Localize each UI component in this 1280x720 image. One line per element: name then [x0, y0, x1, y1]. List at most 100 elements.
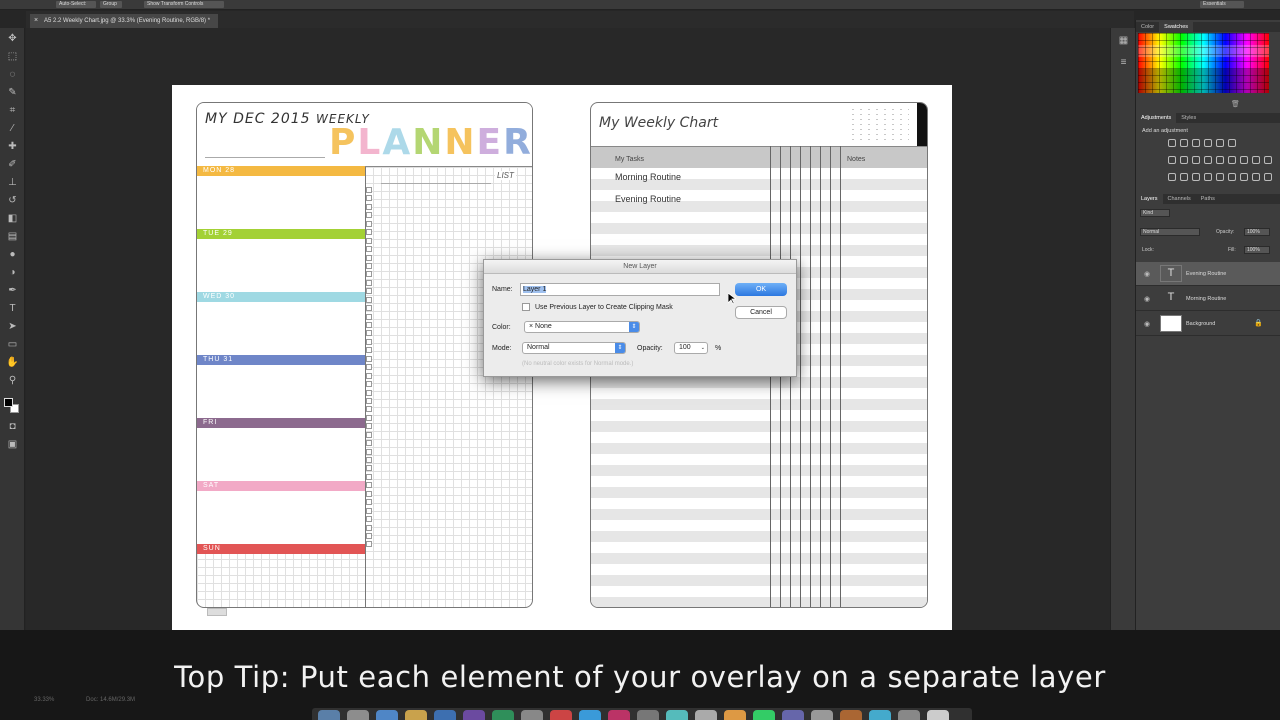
task-checkbox[interactable]	[366, 313, 372, 320]
adjustment-icon[interactable]	[1180, 156, 1188, 164]
blur-tool-icon[interactable]: ●	[6, 248, 19, 261]
path-select-tool-icon[interactable]: ➤	[6, 320, 19, 333]
task-checkbox[interactable]	[366, 296, 372, 303]
zoom-tool-icon[interactable]: ⚲	[6, 374, 19, 387]
task-checkbox[interactable]	[366, 406, 372, 413]
task-checkbox[interactable]	[366, 237, 372, 244]
adjustment-icon[interactable]	[1192, 156, 1200, 164]
layer-name-input[interactable]: Layer 1	[520, 283, 720, 296]
layer-opacity-value[interactable]: 100%	[1244, 228, 1270, 236]
adjustment-icon[interactable]	[1204, 139, 1212, 147]
task-checkbox[interactable]	[366, 271, 372, 278]
foreground-color-swatch[interactable]	[4, 398, 13, 407]
dock-app-icon[interactable]	[434, 710, 456, 720]
adjustment-icon[interactable]	[1240, 156, 1248, 164]
pen-tool-icon[interactable]: ✒	[6, 284, 19, 297]
adjustment-icon[interactable]	[1252, 173, 1260, 181]
task-checkbox[interactable]	[366, 465, 372, 472]
adjustment-icon[interactable]	[1180, 173, 1188, 181]
task-evening-routine[interactable]: Evening Routine	[615, 194, 681, 204]
lasso-tool-icon[interactable]: ◌	[6, 68, 19, 81]
task-checkbox[interactable]	[366, 195, 372, 202]
dock-app-icon[interactable]	[550, 710, 572, 720]
layer-fill-value[interactable]: 100%	[1244, 246, 1270, 254]
dock-app-icon[interactable]	[521, 710, 543, 720]
adjustment-icon[interactable]	[1264, 173, 1272, 181]
layer-row-evening-routine[interactable]: ◉ T Evening Routine	[1136, 262, 1280, 286]
crop-tool-icon[interactable]: ⌗	[6, 104, 19, 117]
document-tab[interactable]: × A5 2.2 Weekly Chart.jpg @ 33.3% (Eveni…	[30, 14, 219, 28]
dock-app-icon[interactable]	[463, 710, 485, 720]
task-checkbox[interactable]	[366, 490, 372, 497]
tab-swatches[interactable]: Swatches	[1159, 22, 1194, 32]
tab-styles[interactable]: Styles	[1176, 113, 1201, 123]
tab-layers[interactable]: Layers	[1136, 194, 1163, 204]
task-checkbox[interactable]	[366, 482, 372, 489]
adjustment-icon[interactable]	[1252, 156, 1260, 164]
task-checkbox[interactable]	[366, 229, 372, 236]
task-checkbox[interactable]	[366, 322, 372, 328]
dock-app-icon[interactable]	[782, 710, 804, 720]
cancel-button[interactable]: Cancel	[735, 306, 787, 319]
layer-color-select[interactable]: × None ⇕	[524, 321, 640, 333]
task-checkbox[interactable]	[366, 355, 372, 362]
shape-tool-icon[interactable]: ▭	[6, 338, 19, 351]
layer-row-background[interactable]: ◉ Background 🔒	[1136, 312, 1280, 336]
auto-select-checkbox[interactable]: Auto-Select:	[56, 1, 96, 8]
quick-select-tool-icon[interactable]: ✎	[6, 86, 19, 99]
task-checkbox[interactable]	[366, 187, 372, 193]
visibility-eye-icon[interactable]: ◉	[1144, 270, 1150, 278]
adjustment-icon[interactable]	[1228, 173, 1236, 181]
task-checkbox[interactable]	[366, 524, 372, 531]
adjustment-icon[interactable]	[1192, 139, 1200, 147]
adjustment-icon[interactable]	[1264, 156, 1272, 164]
tab-adjustments[interactable]: Adjustments	[1136, 113, 1177, 123]
dock-app-icon[interactable]	[347, 710, 369, 720]
hand-tool-icon[interactable]: ✋	[6, 356, 19, 369]
tab-paths[interactable]: Paths	[1196, 194, 1220, 204]
blend-mode-select[interactable]: Normal ⇕	[522, 342, 626, 354]
task-checkbox[interactable]	[366, 288, 372, 295]
task-checkbox[interactable]	[366, 389, 372, 396]
adjustment-icon[interactable]	[1192, 173, 1200, 181]
close-tab-icon[interactable]: ×	[34, 14, 38, 28]
ok-button[interactable]: OK	[735, 283, 787, 296]
show-transform-controls[interactable]: Show Transform Controls	[144, 1, 224, 8]
task-checkbox[interactable]	[366, 457, 372, 463]
adjustment-icon[interactable]	[1228, 139, 1236, 147]
adjustment-icon[interactable]	[1180, 139, 1188, 147]
tab-channels[interactable]: Channels	[1163, 194, 1196, 204]
task-checkbox[interactable]	[366, 262, 372, 269]
task-checkbox[interactable]	[366, 364, 372, 371]
task-checkbox[interactable]	[366, 246, 372, 253]
eyedropper-tool-icon[interactable]: ⁄	[6, 122, 19, 135]
task-checkbox[interactable]	[366, 203, 372, 210]
dock-app-icon[interactable]	[318, 710, 340, 720]
task-checkbox[interactable]	[366, 516, 372, 523]
dock-app-icon[interactable]	[898, 710, 920, 720]
adjustment-icon[interactable]	[1216, 139, 1224, 147]
visibility-eye-icon[interactable]: ◉	[1144, 320, 1150, 328]
clipping-mask-checkbox[interactable]	[522, 303, 530, 311]
history-brush-tool-icon[interactable]: ↺	[6, 194, 19, 207]
quick-mask-icon[interactable]: ◘	[6, 420, 19, 433]
visibility-eye-icon[interactable]: ◉	[1144, 295, 1150, 303]
dock-app-icon[interactable]	[405, 710, 427, 720]
task-checkbox[interactable]	[366, 431, 372, 438]
history-panel-icon[interactable]: ▦	[1117, 34, 1130, 47]
task-checkbox[interactable]	[366, 220, 372, 227]
marquee-tool-icon[interactable]: ⬚	[6, 50, 19, 63]
dock-app-icon[interactable]	[579, 710, 601, 720]
type-tool-icon[interactable]: T	[6, 302, 19, 315]
adjustment-icon[interactable]	[1168, 139, 1176, 147]
task-checkbox[interactable]	[366, 532, 372, 539]
task-checkbox[interactable]	[366, 381, 372, 388]
swatches-grid[interactable]	[1138, 33, 1269, 93]
tab-color[interactable]: Color	[1136, 22, 1159, 32]
healing-brush-tool-icon[interactable]: ✚	[6, 140, 19, 153]
task-checkbox[interactable]	[366, 212, 372, 219]
task-checkbox[interactable]	[366, 338, 372, 345]
layer-row-morning-routine[interactable]: ◉ T Morning Routine	[1136, 287, 1280, 311]
dock-app-icon[interactable]	[666, 710, 688, 720]
auto-select-dropdown[interactable]: Group	[100, 1, 122, 8]
